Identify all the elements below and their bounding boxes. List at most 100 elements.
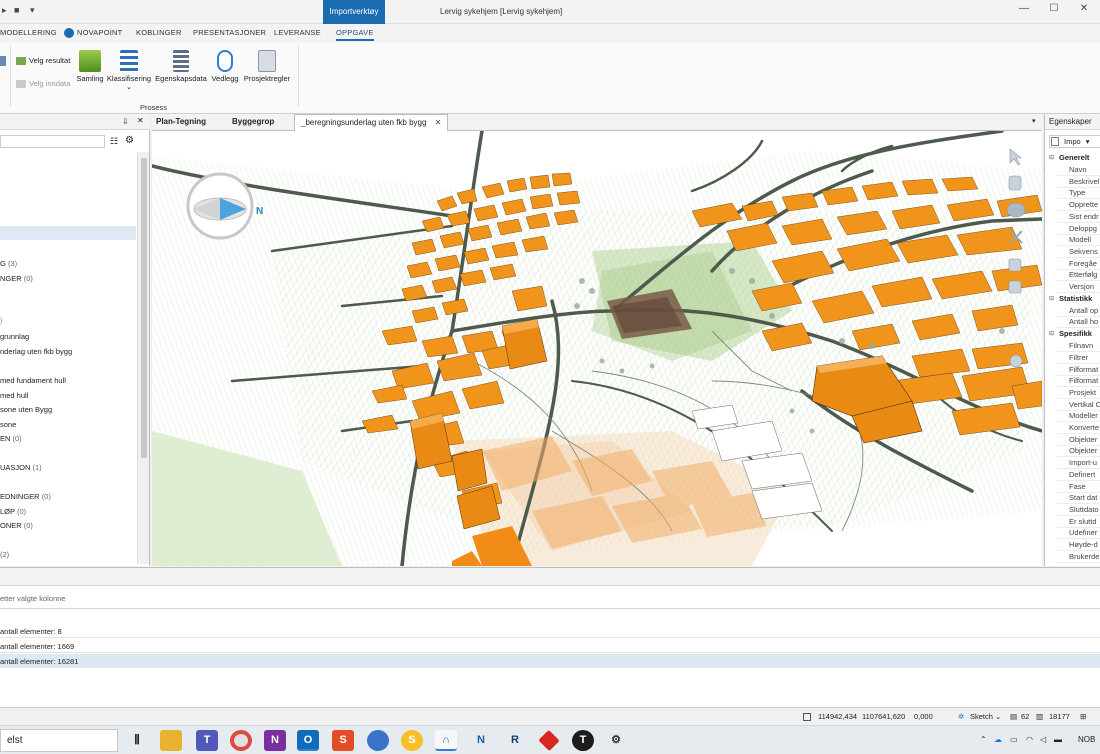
tree-item[interactable]: (2) — [0, 550, 9, 559]
property-row[interactable]: Foregåe — [1069, 259, 1097, 268]
novapoint-app-icon[interactable]: ∩ — [435, 730, 457, 751]
network-icon[interactable]: ▭ — [1010, 735, 1018, 744]
tree-search-input[interactable] — [0, 135, 105, 148]
tree-item[interactable]: LØP (0) — [0, 507, 26, 516]
property-row[interactable]: Filformat — [1069, 376, 1098, 385]
property-row[interactable]: Type — [1069, 188, 1085, 197]
gear-icon[interactable]: ⚙ — [125, 135, 134, 146]
property-row[interactable]: Etterfølg — [1069, 270, 1097, 279]
property-row[interactable]: Deloppg — [1069, 224, 1097, 233]
app-t-icon[interactable]: T — [572, 730, 594, 751]
undo-icon[interactable]: ▸ — [2, 5, 7, 16]
property-row[interactable]: Fase — [1069, 482, 1086, 491]
prosjektregler-button[interactable]: Prosjektregler — [242, 50, 292, 83]
vedlegg-button[interactable]: Vedlegg — [210, 50, 240, 83]
tree-item[interactable]: EN (0) — [0, 434, 22, 443]
pan-hand-icon[interactable] — [1008, 175, 1022, 191]
settings-gear-icon[interactable]: ⚙ — [605, 730, 627, 751]
property-row[interactable]: Navn — [1069, 165, 1087, 174]
browser-globe-icon[interactable] — [367, 730, 389, 751]
egenskapsdata-button[interactable]: Egenskapsdata — [154, 50, 208, 83]
context-tab-importverktoy[interactable]: Importverktøy — [323, 0, 385, 24]
onedrive-icon[interactable]: ☁ — [994, 735, 1002, 744]
zoom-icon[interactable] — [1009, 354, 1023, 368]
tree-item[interactable]: sone uten Bygg — [0, 405, 52, 414]
expand-icon[interactable]: ) — [0, 318, 2, 325]
table-row[interactable]: antall elementer: 8 — [0, 624, 1100, 638]
save-icon[interactable]: ■ — [14, 5, 19, 15]
tab-novapoint[interactable]: NOVAPOINT — [77, 28, 122, 37]
tree-item[interactable]: UASJON (1) — [0, 463, 42, 472]
maximize-icon[interactable]: ☐ — [1044, 3, 1064, 19]
tree-selected-row[interactable] — [0, 226, 136, 240]
look-icon[interactable] — [1008, 280, 1022, 294]
property-category[interactable]: Spesifikk — [1059, 329, 1092, 338]
orbit-icon[interactable] — [1006, 202, 1026, 218]
left-panel-scrollbar[interactable] — [137, 152, 149, 564]
property-row[interactable]: Versjon — [1069, 282, 1094, 291]
collapse-icon[interactable]: ⊟ — [1049, 330, 1054, 337]
property-row[interactable]: Prosjekt — [1069, 388, 1096, 397]
3d-viewport[interactable]: N — [152, 131, 1042, 566]
property-row[interactable]: Modell — [1069, 235, 1091, 244]
property-row[interactable]: Brukerde — [1069, 552, 1099, 561]
minimize-icon[interactable]: — — [1014, 3, 1034, 19]
battery-icon[interactable]: ▬ — [1054, 735, 1062, 744]
tab-koblinger[interactable]: KOBLINGER — [136, 28, 182, 37]
table-row-selected[interactable]: antall elementer: 16281 — [0, 654, 1100, 668]
property-row[interactable]: Vertikal C — [1069, 400, 1100, 409]
collapse-icon[interactable]: ⊟ — [1049, 154, 1054, 161]
tab-leveranse[interactable]: LEVERANSE — [274, 28, 321, 37]
scrollbar-thumb[interactable] — [141, 158, 147, 458]
app-n-icon[interactable]: N — [470, 730, 492, 751]
property-row[interactable]: Filtrer — [1069, 353, 1088, 362]
tree-item[interactable]: NGER (0) — [0, 274, 33, 283]
select-cursor-icon[interactable] — [1009, 148, 1022, 166]
property-row[interactable]: Import-u — [1069, 458, 1097, 467]
property-row[interactable]: Opprette — [1069, 200, 1098, 209]
property-row[interactable]: Objekter — [1069, 446, 1097, 455]
property-row[interactable]: Beskrivel — [1069, 177, 1099, 186]
property-row[interactable]: Antall ho — [1069, 317, 1098, 326]
property-row[interactable]: Objekter — [1069, 435, 1097, 444]
property-row[interactable]: Sekvens — [1069, 247, 1098, 256]
app-r-icon[interactable]: R — [504, 730, 526, 751]
doc-tab-plan-tegning[interactable]: Plan-Tegning — [156, 117, 206, 126]
property-row[interactable]: Antall op — [1069, 306, 1098, 315]
property-row[interactable]: Høyde-d — [1069, 540, 1098, 549]
tree-item[interactable]: G (3) — [0, 259, 17, 268]
status-settings-icon[interactable]: ⊞ — [1080, 712, 1086, 721]
close-tab-icon[interactable]: ✕ — [435, 118, 442, 127]
property-category[interactable]: Statistikk — [1059, 294, 1092, 303]
tab-list-chevron-icon[interactable]: ▾ — [1032, 117, 1036, 125]
sketchup-icon[interactable] — [538, 729, 560, 752]
chrome-icon[interactable] — [230, 730, 252, 751]
quick-access-menu[interactable]: ▾ — [30, 5, 35, 16]
app-s-yellow-icon[interactable]: S — [401, 730, 423, 751]
wifi-icon[interactable]: ◠ — [1026, 735, 1033, 744]
tree-item[interactable]: ONER (0) — [0, 521, 33, 530]
tree-item[interactable]: med hull — [0, 391, 28, 400]
property-row[interactable]: Konverte — [1069, 423, 1099, 432]
pin-icon[interactable]: ⇩ — [122, 117, 129, 126]
teams-icon[interactable]: T — [196, 730, 218, 751]
taskbar-search-input[interactable]: elst — [0, 729, 118, 752]
file-explorer-icon[interactable] — [160, 730, 182, 751]
tree-item[interactable]: nderlag uten fkb bygg — [0, 347, 72, 356]
walk-icon[interactable] — [1008, 258, 1022, 272]
velg-inndata-button[interactable]: Velg inndata — [16, 79, 70, 89]
property-row[interactable]: Definert — [1069, 470, 1095, 479]
tree-item[interactable]: grunnlag — [0, 332, 29, 341]
close-icon[interactable]: ✕ — [1074, 3, 1094, 19]
property-row[interactable]: Er sluttd — [1069, 517, 1097, 526]
tree-item[interactable]: sone — [0, 420, 16, 429]
onenote-icon[interactable]: N — [264, 730, 286, 751]
tab-presentasjoner[interactable]: PRESENTASJONER — [193, 28, 266, 37]
tree-item[interactable]: med fundament hull — [0, 376, 66, 385]
app-s-red-icon[interactable]: S — [332, 730, 354, 751]
table-row[interactable]: antall elementer: 1669 — [0, 639, 1100, 653]
property-row[interactable]: Udefiner — [1069, 528, 1097, 537]
task-view-icon[interactable]: ⫼ — [126, 730, 148, 751]
volume-icon[interactable]: ◁ — [1040, 735, 1046, 744]
property-row[interactable]: Sluttdato — [1069, 505, 1099, 514]
